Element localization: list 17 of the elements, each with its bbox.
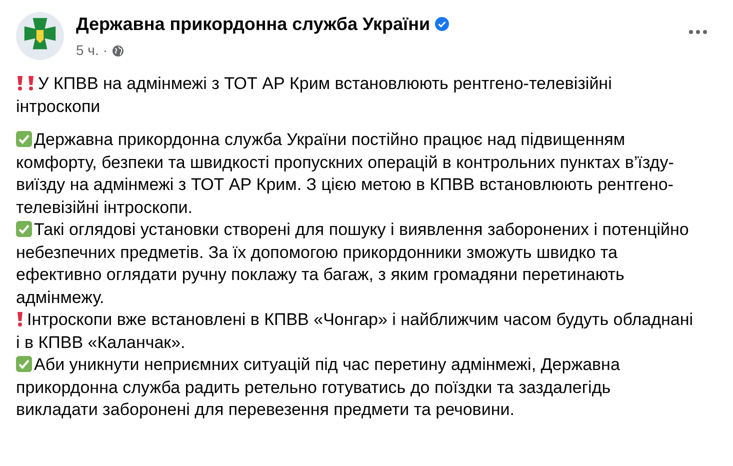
exclamation-icon bbox=[16, 311, 24, 327]
post-time[interactable]: 5 ч. bbox=[76, 40, 99, 61]
globe-icon bbox=[112, 44, 124, 56]
post-headline: У КПВВ на адмінмежі з ТОТ АР Крим встановлюють рентгено-телевізійні інтроскопи bbox=[16, 73, 613, 118]
post-paragraph: Державна прикордонна служба України постійно працює над підвищенням комфорту, безпеки та швидкості пропускних операцій в контрольних пунктах в’їзду-виїзду на адмінмежі з ТОТ АР Крим. З цією метою в КПВВ встановлюють рентгено-телевізійні інтроскопи. bbox=[16, 129, 675, 218]
post-paragraph: Інтроскопи вже встановлені в КПВВ «Чонгар» і найближчим часом будуть обладнані і в КПВВ «Каланчак». bbox=[16, 309, 694, 354]
separator-dot: · bbox=[102, 41, 108, 60]
post-paragraph: Такі оглядові установки створені для пошуку і виявлення заборонених і потенційно небезпечних предметів. За їх допомогою прикордонники зможуть швидко та ефективно оглядати ручну поклажу та багаж, з яким громадяни перетинають адмінмежу. bbox=[16, 219, 690, 308]
more-icon bbox=[689, 30, 707, 34]
check-mark-icon bbox=[16, 131, 32, 147]
check-mark-icon bbox=[16, 356, 32, 372]
emblem-avatar-icon bbox=[16, 12, 64, 60]
exclamation-icon bbox=[16, 75, 24, 91]
check-mark-icon bbox=[16, 221, 32, 237]
page-name[interactable]: Державна прикордонна служба України bbox=[76, 12, 430, 36]
post-paragraph: Аби уникнути неприємних ситуацій під час перетину адмінмежі, Державна прикордонна служба радить ретельно готуватись до поїздки та заздалегідь викладати заборонені для перевезення предмети та речовини. bbox=[16, 354, 621, 421]
exclamation-icon bbox=[27, 75, 35, 91]
